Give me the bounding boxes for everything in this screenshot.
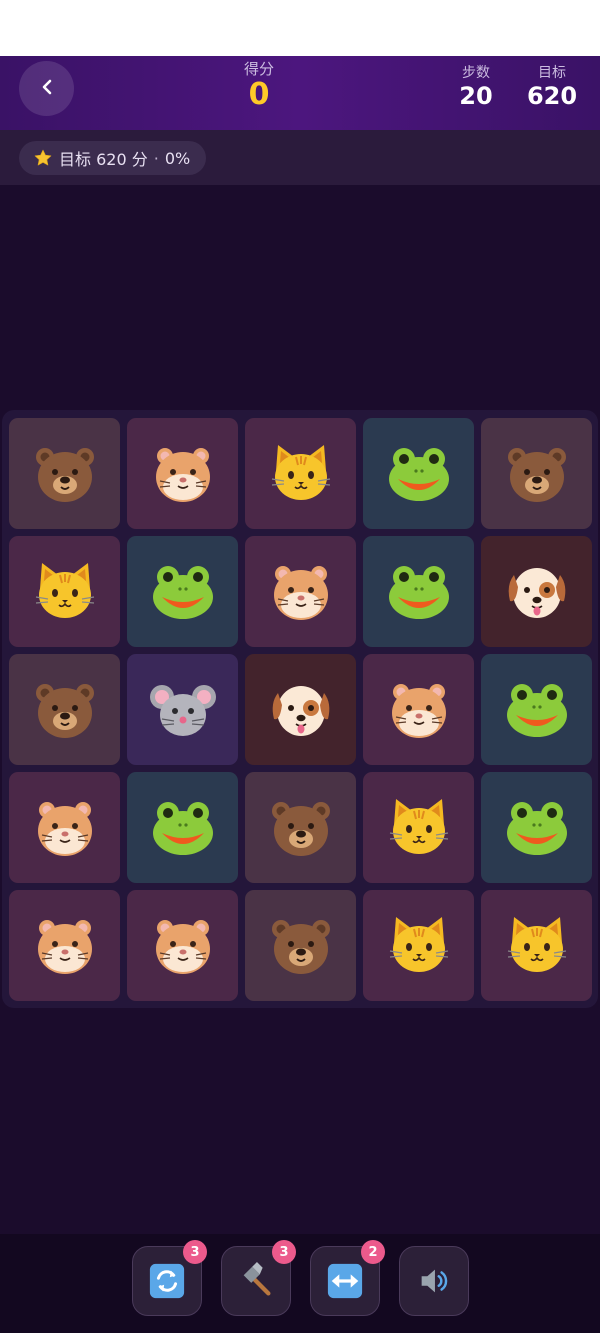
hamster-face-icon (266, 557, 336, 627)
top-bar: 得分 0 步数 20 目标 620 (0, 56, 600, 130)
tile-dog[interactable] (481, 536, 592, 647)
score-display: 得分 0 (209, 60, 309, 112)
score-label: 得分 (243, 60, 274, 78)
hammer-count-badge: 3 (272, 1240, 296, 1264)
shuffle-icon (148, 1262, 186, 1300)
shuffle-button[interactable]: 3 (132, 1240, 207, 1316)
bear-face-icon (266, 793, 336, 863)
tile-cat[interactable] (9, 536, 120, 647)
goal-bar: 目标 620 分 · 0% (0, 130, 600, 185)
tile-cat[interactable] (245, 418, 356, 529)
moves-display: 步数 20 (436, 65, 516, 110)
tile-bear[interactable] (245, 890, 356, 1001)
target-display: 目标 620 (512, 65, 592, 110)
chevron-left-icon (38, 78, 56, 100)
tile-bear[interactable] (481, 418, 592, 529)
goal-pill: 目标 620 分 · 0% (19, 141, 207, 175)
frog-face-icon (148, 557, 218, 627)
tile-bear[interactable] (245, 772, 356, 883)
tile-cat[interactable] (363, 772, 474, 883)
goal-text: 目标 620 分 (59, 150, 148, 169)
frog-face-icon (148, 793, 218, 863)
hamster-face-icon (148, 911, 218, 981)
tile-hamster[interactable] (363, 654, 474, 765)
hammer-button[interactable]: 3 (221, 1240, 296, 1316)
bear-face-icon (30, 439, 100, 509)
game-screen: 得分 0 步数 20 目标 620 目标 620 分 · 0% 3 3 2 (0, 56, 600, 1333)
tool-bar: 3 3 2 (0, 1234, 600, 1333)
hamster-face-icon (148, 439, 218, 509)
bear-face-icon (502, 439, 572, 509)
hammer-icon (237, 1262, 275, 1300)
tile-mouse[interactable] (127, 654, 238, 765)
hamster-face-icon (30, 911, 100, 981)
mouse-face-icon (148, 675, 218, 745)
goal-separator: · (153, 148, 159, 168)
frog-face-icon (384, 557, 454, 627)
tile-frog[interactable] (127, 772, 238, 883)
tile-frog[interactable] (481, 772, 592, 883)
bear-face-icon (30, 675, 100, 745)
target-label: 目标 (538, 65, 566, 81)
swap-button[interactable]: 2 (310, 1240, 385, 1316)
back-button[interactable] (19, 61, 74, 116)
frog-face-icon (502, 793, 572, 863)
dog-face-icon (502, 557, 572, 627)
tile-cat[interactable] (363, 890, 474, 1001)
moves-value: 20 (459, 82, 493, 110)
cat-face-icon (384, 911, 454, 981)
goal-progress: 0% (164, 148, 191, 168)
tile-bear[interactable] (9, 418, 120, 529)
shuffle-count-badge: 3 (183, 1240, 207, 1264)
tile-hamster[interactable] (9, 772, 120, 883)
tile-hamster[interactable] (127, 890, 238, 1001)
tile-frog[interactable] (481, 654, 592, 765)
speaker-icon (415, 1262, 453, 1300)
moves-label: 步数 (462, 65, 490, 81)
bear-face-icon (266, 911, 336, 981)
tile-dog[interactable] (245, 654, 356, 765)
target-value: 620 (526, 82, 578, 110)
star-icon (33, 148, 53, 168)
frog-face-icon (502, 675, 572, 745)
tile-frog[interactable] (363, 418, 474, 529)
cat-face-icon (30, 557, 100, 627)
dog-face-icon (266, 675, 336, 745)
tile-hamster[interactable] (127, 418, 238, 529)
sound-button[interactable] (399, 1246, 469, 1316)
swap-icon (326, 1262, 364, 1300)
tile-frog[interactable] (363, 536, 474, 647)
hamster-face-icon (30, 793, 100, 863)
tile-bear[interactable] (9, 654, 120, 765)
hamster-face-icon (384, 675, 454, 745)
tile-hamster[interactable] (9, 890, 120, 1001)
cat-face-icon (502, 911, 572, 981)
score-value: 0 (248, 77, 270, 112)
cat-face-icon (384, 793, 454, 863)
game-board (2, 410, 598, 1008)
tile-hamster[interactable] (245, 536, 356, 647)
frog-face-icon (384, 439, 454, 509)
cat-face-icon (266, 439, 336, 509)
tile-cat[interactable] (481, 890, 592, 1001)
tile-frog[interactable] (127, 536, 238, 647)
swap-count-badge: 2 (361, 1240, 385, 1264)
